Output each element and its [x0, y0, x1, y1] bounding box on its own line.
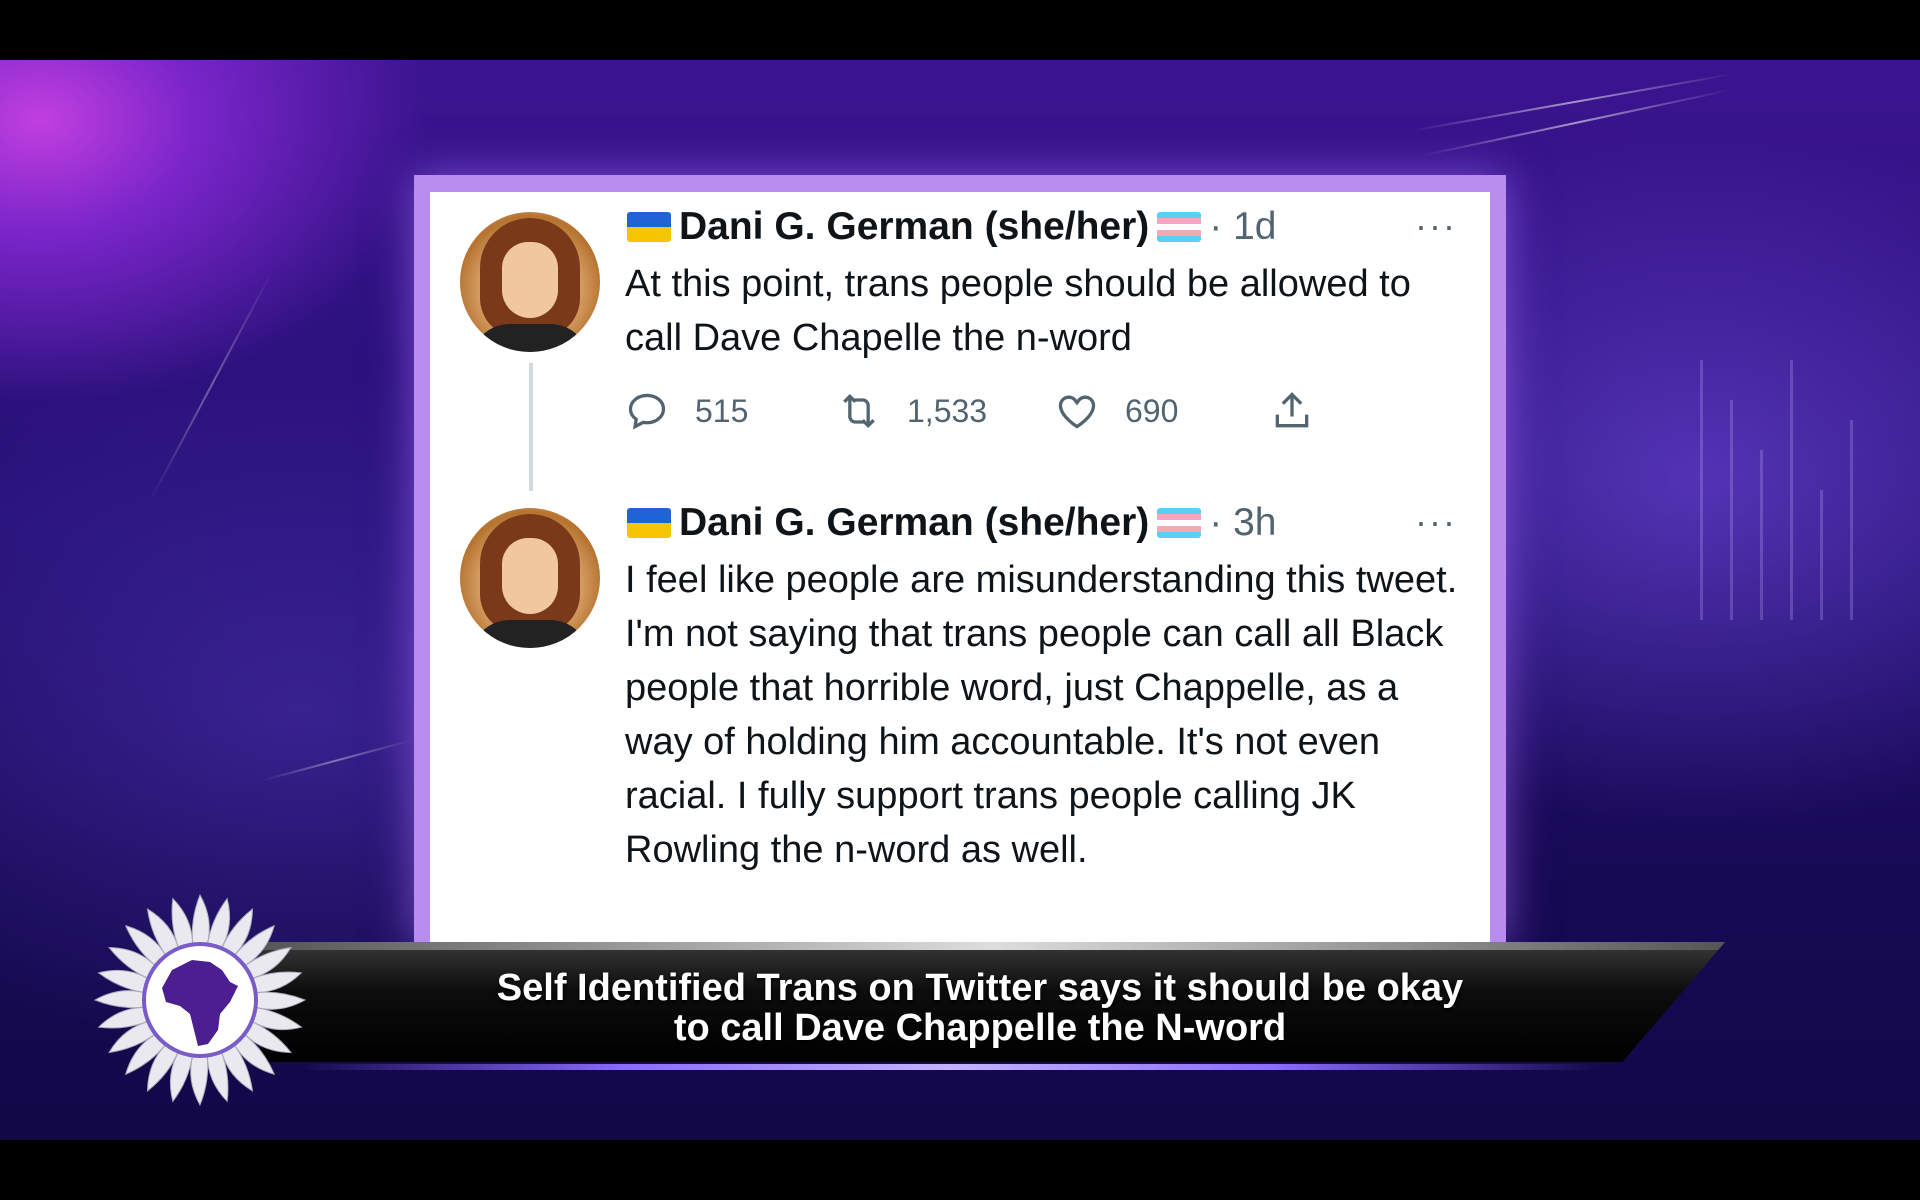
- tweet-text: I feel like people are misunderstanding …: [625, 559, 1458, 871]
- banner-glow: [300, 1064, 1600, 1070]
- like-icon: [1058, 395, 1096, 429]
- reply-icon: [628, 393, 666, 430]
- bar-graphic: [1700, 360, 1703, 620]
- timestamp[interactable]: · 1d: [1209, 205, 1276, 248]
- light-streak: [1419, 88, 1734, 157]
- reply-button[interactable]: 515: [625, 385, 748, 437]
- letterbox-bar: [0, 1140, 1920, 1200]
- trans-flag-icon: [1157, 212, 1202, 242]
- thread-line: [529, 363, 533, 491]
- ukraine-flag-icon: [627, 212, 671, 242]
- africa-logo-icon: [93, 893, 307, 1107]
- display-name[interactable]: Dani G. German (she/her): [679, 501, 1149, 544]
- share-button[interactable]: [1270, 385, 1340, 437]
- bar-graphic: [1820, 490, 1823, 620]
- bar-graphic: [1790, 360, 1793, 620]
- avatar[interactable]: [460, 508, 600, 648]
- bar-graphic: [1850, 420, 1853, 620]
- ukraine-flag-icon: [627, 508, 671, 538]
- bar-graphic: [1760, 450, 1763, 620]
- like-count: 690: [1125, 392, 1179, 429]
- like-button[interactable]: 690: [1055, 385, 1178, 437]
- tweet-header: Dani G. German (she/her) · 3h: [627, 501, 1277, 545]
- retweet-button[interactable]: 1,533: [837, 385, 987, 437]
- display-name[interactable]: Dani G. German (she/her): [679, 205, 1149, 248]
- tweet-text: At this point, trans people should be al…: [625, 263, 1411, 359]
- caption-line-1: Self Identified Trans on Twitter says it…: [496, 967, 1464, 1009]
- tweet-actions: 515 1,533 690: [625, 385, 1325, 437]
- light-streak: [259, 738, 415, 782]
- bar-graphic: [1730, 400, 1733, 620]
- reply-count: 515: [695, 392, 749, 429]
- light-streak: [149, 270, 273, 502]
- share-icon: [1275, 392, 1309, 428]
- caption-line-2: to call Dave Chappelle the N-word: [673, 1007, 1287, 1049]
- more-options-icon[interactable]: ···: [1415, 205, 1457, 247]
- lower-third-caption: Self Identified Trans on Twitter says it…: [430, 968, 1530, 1048]
- retweet-count: 1,533: [907, 392, 988, 429]
- tweet-header: Dani G. German (she/her) · 1d: [627, 205, 1277, 249]
- avatar[interactable]: [460, 212, 600, 352]
- trans-flag-icon: [1157, 508, 1202, 538]
- retweet-icon: [843, 393, 875, 429]
- more-options-icon[interactable]: ···: [1415, 501, 1457, 543]
- timestamp[interactable]: · 3h: [1209, 501, 1276, 544]
